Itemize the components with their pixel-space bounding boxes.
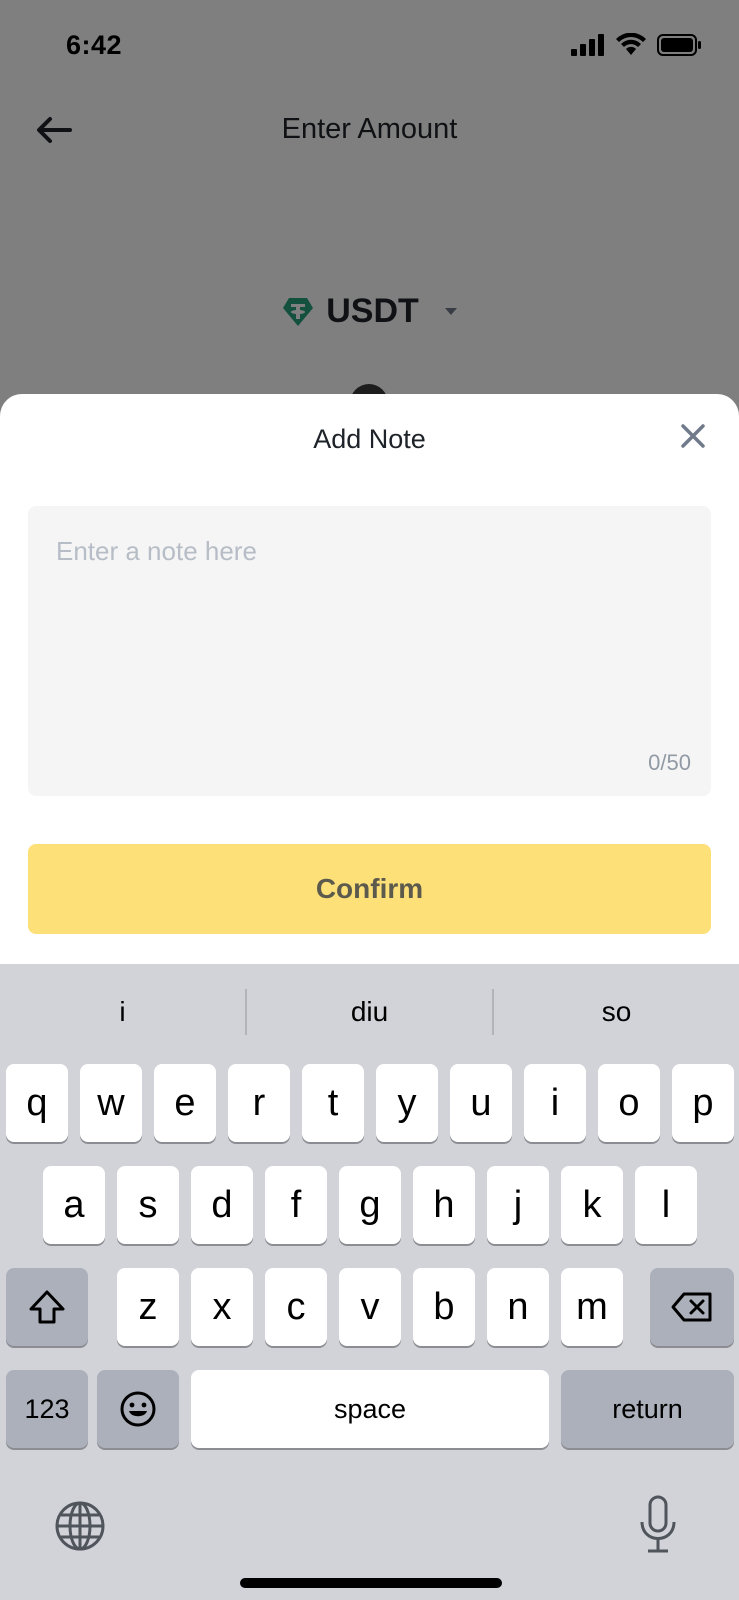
note-field-container[interactable]: 0/50	[28, 506, 711, 796]
key-t[interactable]: t	[302, 1064, 364, 1142]
close-icon	[681, 424, 705, 448]
key-c[interactable]: c	[265, 1268, 327, 1346]
emoji-key[interactable]	[97, 1370, 179, 1448]
key-f[interactable]: f	[265, 1166, 327, 1244]
key-b[interactable]: b	[413, 1268, 475, 1346]
suggestion-item[interactable]: diu	[247, 996, 492, 1028]
suggestion-item[interactable]: i	[0, 996, 245, 1028]
key-s[interactable]: s	[117, 1166, 179, 1244]
key-h[interactable]: h	[413, 1166, 475, 1244]
globe-button[interactable]	[52, 1498, 108, 1554]
note-input[interactable]	[56, 536, 676, 567]
key-e[interactable]: e	[154, 1064, 216, 1142]
key-l[interactable]: l	[635, 1166, 697, 1244]
key-y[interactable]: y	[376, 1064, 438, 1142]
key-w[interactable]: w	[80, 1064, 142, 1142]
shift-key[interactable]	[6, 1268, 88, 1346]
return-key[interactable]: return	[561, 1370, 734, 1448]
delete-key[interactable]	[650, 1268, 734, 1346]
key-q[interactable]: q	[6, 1064, 68, 1142]
key-m[interactable]: m	[561, 1268, 623, 1346]
key-p[interactable]: p	[672, 1064, 734, 1142]
numbers-key[interactable]: 123	[6, 1370, 88, 1448]
microphone-icon	[640, 1495, 676, 1553]
emoji-icon	[120, 1391, 156, 1427]
backspace-icon	[671, 1292, 712, 1322]
space-key[interactable]: space	[191, 1370, 549, 1448]
key-u[interactable]: u	[450, 1064, 512, 1142]
confirm-button[interactable]: Confirm	[28, 844, 711, 934]
key-r[interactable]: r	[228, 1064, 290, 1142]
key-d[interactable]: d	[191, 1166, 253, 1244]
add-note-sheet: Add Note 0/50 Confirm	[0, 394, 739, 964]
sheet-title: Add Note	[313, 424, 426, 454]
shift-icon	[29, 1290, 65, 1324]
globe-icon	[55, 1501, 105, 1551]
key-n[interactable]: n	[487, 1268, 549, 1346]
home-indicator	[240, 1578, 502, 1588]
key-v[interactable]: v	[339, 1268, 401, 1346]
key-i[interactable]: i	[524, 1064, 586, 1142]
key-a[interactable]: a	[43, 1166, 105, 1244]
key-j[interactable]: j	[487, 1166, 549, 1244]
key-z[interactable]: z	[117, 1268, 179, 1346]
key-k[interactable]: k	[561, 1166, 623, 1244]
character-counter: 0/50	[648, 750, 691, 775]
key-x[interactable]: x	[191, 1268, 253, 1346]
key-g[interactable]: g	[339, 1166, 401, 1244]
keyboard: i diu so q w e r t y u i o p a s d f g h…	[0, 964, 739, 1600]
key-o[interactable]: o	[598, 1064, 660, 1142]
suggestion-bar: i diu so	[0, 964, 739, 1060]
dictation-button[interactable]	[636, 1494, 680, 1556]
close-button[interactable]	[677, 420, 709, 452]
suggestion-item[interactable]: so	[494, 996, 739, 1028]
